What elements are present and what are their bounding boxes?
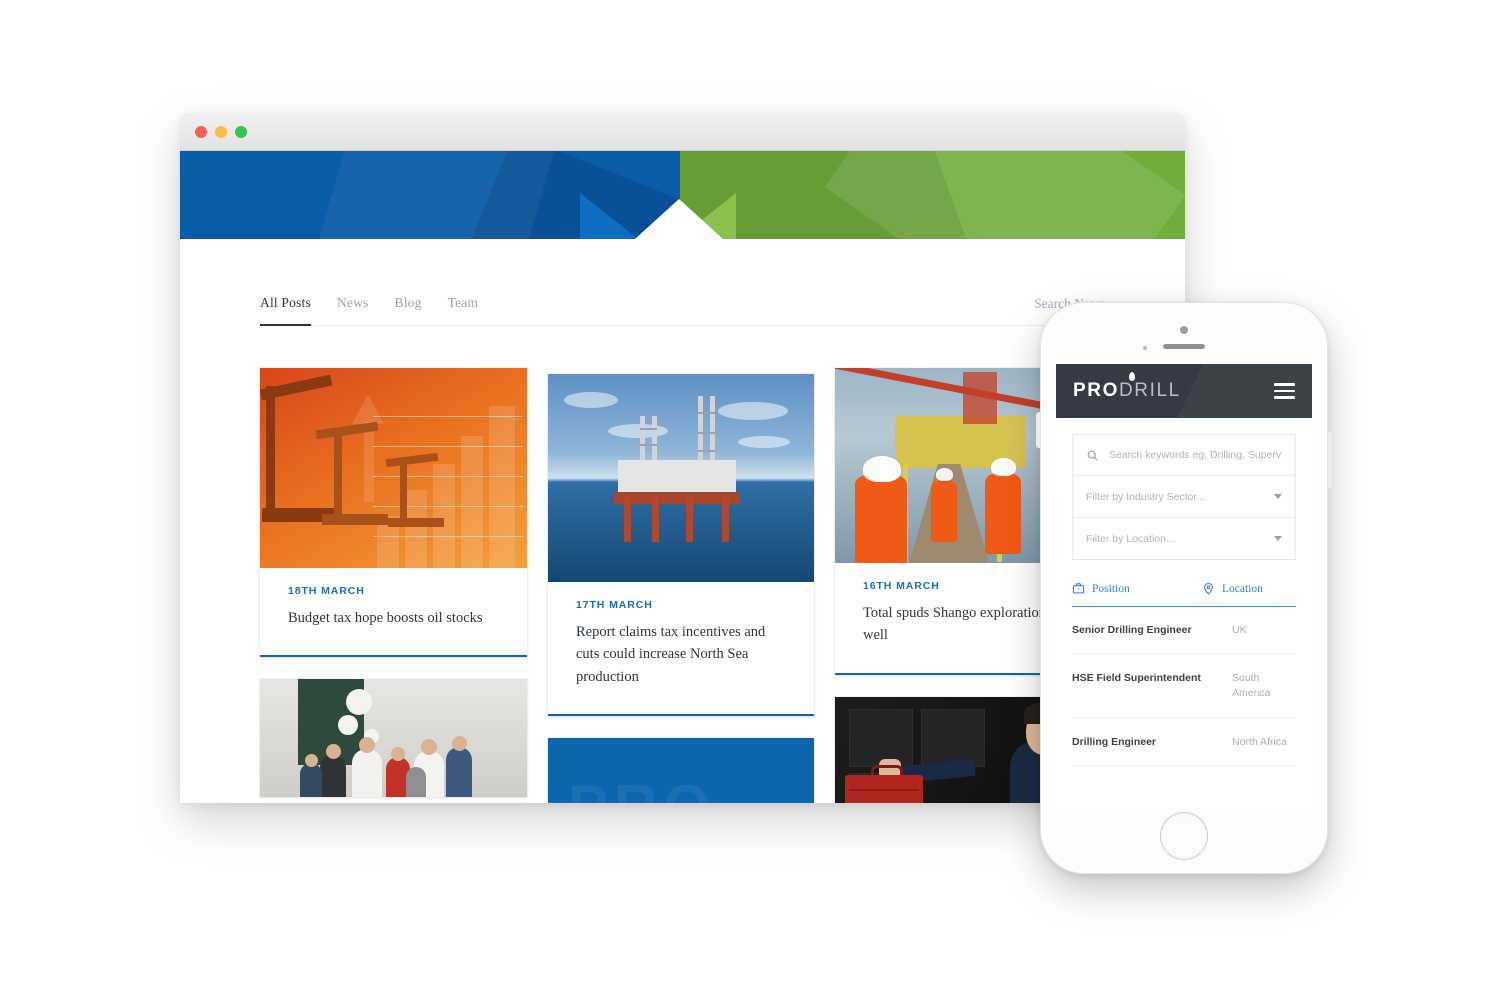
location-filter-label: Filter by Location... <box>1086 532 1175 545</box>
oil-drop-icon <box>1129 372 1135 381</box>
hero-white-notch <box>635 199 723 239</box>
industry-sector-filter[interactable]: Filter by Industry Sector... <box>1072 476 1296 518</box>
job-location: North Africa <box>1232 735 1287 748</box>
column-header-location-label: Location <box>1222 582 1263 595</box>
mobile-site-header: PRODRILL <box>1056 364 1312 418</box>
hamburger-menu-icon[interactable] <box>1274 383 1295 399</box>
briefcase-icon <box>1072 582 1085 595</box>
hero-blue-accent-triangle <box>580 193 638 239</box>
logo-text-drill: DRILL <box>1118 380 1181 401</box>
job-location: UK <box>1232 624 1247 636</box>
team-group-photo-image <box>260 679 527 798</box>
tab-blog[interactable]: Blog <box>395 295 422 325</box>
news-card-body: 18TH MARCH Budget tax hope boosts oil st… <box>260 568 527 655</box>
news-nav-bar: All Posts News Blog Team Search News <box>260 295 1105 326</box>
minimize-window-button[interactable] <box>215 125 227 138</box>
screenshot-stage: All Posts News Blog Team Search News <box>0 0 1500 1000</box>
front-camera-icon <box>1180 326 1188 334</box>
oil-pumpjack-chart-image <box>260 368 527 568</box>
job-list-column-headers: Position Location <box>1072 582 1296 607</box>
hero-banner <box>180 151 1185 239</box>
logo-text-pro: PRO <box>1073 380 1119 401</box>
grid-column-1: 18TH MARCH Budget tax hope boosts oil st… <box>260 368 527 798</box>
close-window-button[interactable] <box>195 125 207 138</box>
news-card-title[interactable]: Report claims tax incentives and cuts co… <box>576 621 786 688</box>
news-card-grid: 18TH MARCH Budget tax hope boosts oil st… <box>260 368 1105 803</box>
column-header-position[interactable]: Position <box>1072 582 1202 595</box>
prodrill-logo[interactable]: PRODRILL <box>1073 372 1181 402</box>
location-filter[interactable]: Filter by Location... <box>1072 518 1296 560</box>
job-position: HSE Field Superintendent <box>1072 672 1201 685</box>
job-location: South America <box>1232 672 1271 700</box>
offshore-oil-rig-image <box>548 374 814 582</box>
job-list-item[interactable]: Drilling Engineer North Africa <box>1072 719 1296 767</box>
job-list-item[interactable]: HSE Field Superintendent South America <box>1072 655 1296 719</box>
news-card-date: 18TH MARCH <box>288 585 365 597</box>
column-header-position-label: Position <box>1092 582 1130 595</box>
mobile-phone-mockup: PRODRILL Search keywords eg. Drilling, S… <box>1036 302 1332 874</box>
news-card-date: 17TH MARCH <box>576 599 653 611</box>
search-placeholder: Search keywords eg. Drilling, Supervis <box>1109 449 1282 461</box>
job-position: Senior Drilling Engineer <box>1072 624 1192 636</box>
news-card-budget-tax[interactable]: 18TH MARCH Budget tax hope boosts oil st… <box>260 368 527 658</box>
news-card-north-sea[interactable]: 17TH MARCH Report claims tax incentives … <box>548 374 814 717</box>
news-card-title[interactable]: Budget tax hope boosts oil stocks <box>288 607 499 629</box>
hero-green-panel <box>680 151 1185 239</box>
news-card-team-photo[interactable] <box>260 679 527 798</box>
chevron-down-icon <box>1274 494 1282 499</box>
page-content: All Posts News Blog Team Search News <box>180 295 1185 803</box>
tab-all-posts[interactable]: All Posts <box>260 295 311 326</box>
job-list-item[interactable]: Senior Drilling Engineer UK <box>1072 607 1296 656</box>
proximity-sensor-icon <box>1143 346 1147 350</box>
search-icon <box>1086 449 1099 462</box>
browser-titlebar <box>180 113 1185 151</box>
industry-sector-label: Filter by Industry Sector... <box>1086 490 1206 503</box>
phone-screen: PRODRILL Search keywords eg. Drilling, S… <box>1056 364 1312 812</box>
chevron-down-icon <box>1274 536 1282 541</box>
tab-team[interactable]: Team <box>448 295 479 325</box>
grid-column-2: 17TH MARCH Report claims tax incentives … <box>548 368 814 803</box>
column-header-location[interactable]: Location <box>1202 582 1263 595</box>
news-card-prodrill-banner[interactable]: PRO <box>548 738 814 803</box>
keyword-search-field[interactable]: Search keywords eg. Drilling, Supervis <box>1072 434 1296 476</box>
prodrill-blue-banner-image: PRO <box>548 738 814 803</box>
news-card-body: 17TH MARCH Report claims tax incentives … <box>548 582 814 714</box>
job-position: Drilling Engineer <box>1072 735 1157 748</box>
tab-news[interactable]: News <box>337 295 369 325</box>
news-tabs: All Posts News Blog Team <box>260 295 479 326</box>
maximize-window-button[interactable] <box>235 125 247 138</box>
home-button[interactable] <box>1160 812 1208 860</box>
mobile-search-panel: Search keywords eg. Drilling, Supervis F… <box>1056 418 1312 767</box>
earpiece-speaker <box>1163 344 1205 349</box>
browser-window: All Posts News Blog Team Search News <box>180 113 1185 803</box>
map-pin-icon <box>1202 582 1215 595</box>
